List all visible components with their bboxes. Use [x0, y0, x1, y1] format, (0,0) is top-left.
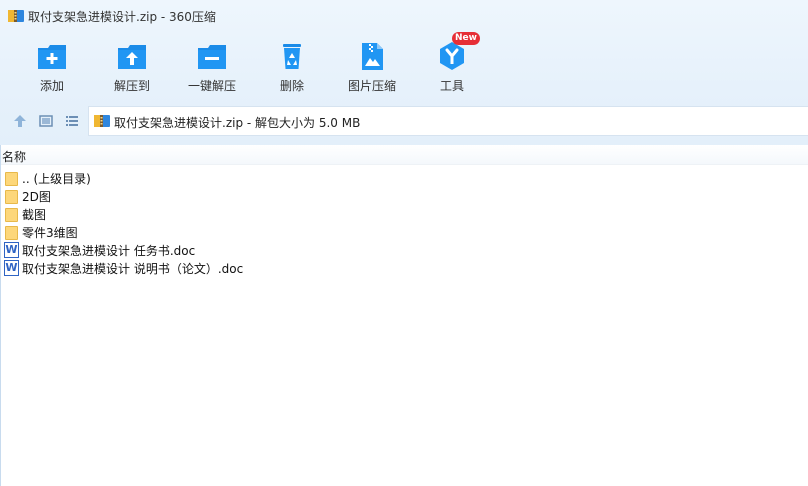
one-click-extract-icon	[198, 45, 226, 69]
delete-button[interactable]: 删除	[252, 36, 332, 98]
header-area: 取付支架急进模设计.zip - 360压缩 添加 解压到 一键解压 删除 图片压…	[0, 0, 808, 145]
file-name: .. (上级目录)	[22, 172, 91, 186]
folder-icon	[4, 188, 19, 204]
folder-icon	[4, 170, 19, 186]
extract-to-button[interactable]: 解压到	[92, 36, 172, 98]
list-view-icon[interactable]	[64, 113, 80, 129]
window-title: 取付支架急进模设计.zip - 360压缩	[28, 10, 216, 24]
new-badge: New	[452, 32, 480, 45]
address-bar-row: 取付支架急进模设计.zip - 解包大小为 5.0 MB	[0, 106, 808, 136]
list-item-folder[interactable]: 零件3维图	[4, 223, 604, 241]
file-name: 截图	[22, 208, 47, 222]
delete-label: 删除	[279, 79, 304, 93]
word-doc-icon: W	[4, 242, 19, 258]
thumbnail-view-icon[interactable]	[38, 113, 54, 129]
toolbar: 添加 解压到 一键解压 删除 图片压缩 工具	[0, 36, 808, 98]
extract-to-label: 解压到	[113, 79, 150, 93]
image-compress-icon	[362, 43, 383, 70]
image-compress-button[interactable]: 图片压缩	[332, 36, 412, 98]
add-button[interactable]: 添加	[12, 36, 92, 98]
tools-label: 工具	[439, 79, 464, 93]
zip-archive-icon	[94, 115, 110, 127]
tools-button[interactable]: 工具	[412, 36, 492, 98]
title-bar: 取付支架急进模设计.zip - 360压缩	[0, 0, 808, 32]
zip-archive-icon	[8, 10, 24, 22]
add-label: 添加	[39, 79, 64, 93]
file-name: 取付支架急进模设计 说明书（论文）.doc	[22, 262, 244, 276]
word-doc-icon: W	[4, 260, 19, 276]
column-header-name[interactable]: 名称	[1, 145, 808, 165]
address-text: 取付支架急进模设计.zip - 解包大小为 5.0 MB	[114, 116, 361, 130]
one-click-extract-label: 一键解压	[187, 79, 236, 93]
recycle-bin-icon	[283, 44, 301, 69]
file-list-panel: 名称 .. (上级目录) 2D图 截图 零件3维图 W 取付支架急进模设计 任务…	[0, 145, 808, 486]
file-name: 取付支架急进模设计 任务书.doc	[22, 244, 196, 258]
add-icon	[38, 45, 66, 69]
file-list: .. (上级目录) 2D图 截图 零件3维图 W 取付支架急进模设计 任务书.d…	[4, 169, 604, 277]
list-item-doc[interactable]: W 取付支架急进模设计 说明书（论文）.doc	[4, 259, 604, 277]
file-name: 零件3维图	[22, 226, 78, 240]
list-item-folder[interactable]: 截图	[4, 205, 604, 223]
image-compress-label: 图片压缩	[347, 79, 396, 93]
folder-icon	[4, 224, 19, 240]
file-name: 2D图	[22, 190, 51, 204]
list-item-folder[interactable]: 2D图	[4, 187, 604, 205]
up-arrow-icon[interactable]	[12, 113, 28, 129]
list-item-doc[interactable]: W 取付支架急进模设计 任务书.doc	[4, 241, 604, 259]
folder-icon	[4, 206, 19, 222]
list-item-parent-directory[interactable]: .. (上级目录)	[4, 169, 604, 187]
app-window: 取付支架急进模设计.zip - 360压缩 添加 解压到 一键解压 删除 图片压…	[0, 0, 808, 486]
one-click-extract-button[interactable]: 一键解压	[172, 36, 252, 98]
column-name-label: 名称	[2, 150, 27, 164]
extract-to-icon	[118, 45, 146, 69]
address-bar[interactable]: 取付支架急进模设计.zip - 解包大小为 5.0 MB	[88, 106, 808, 136]
